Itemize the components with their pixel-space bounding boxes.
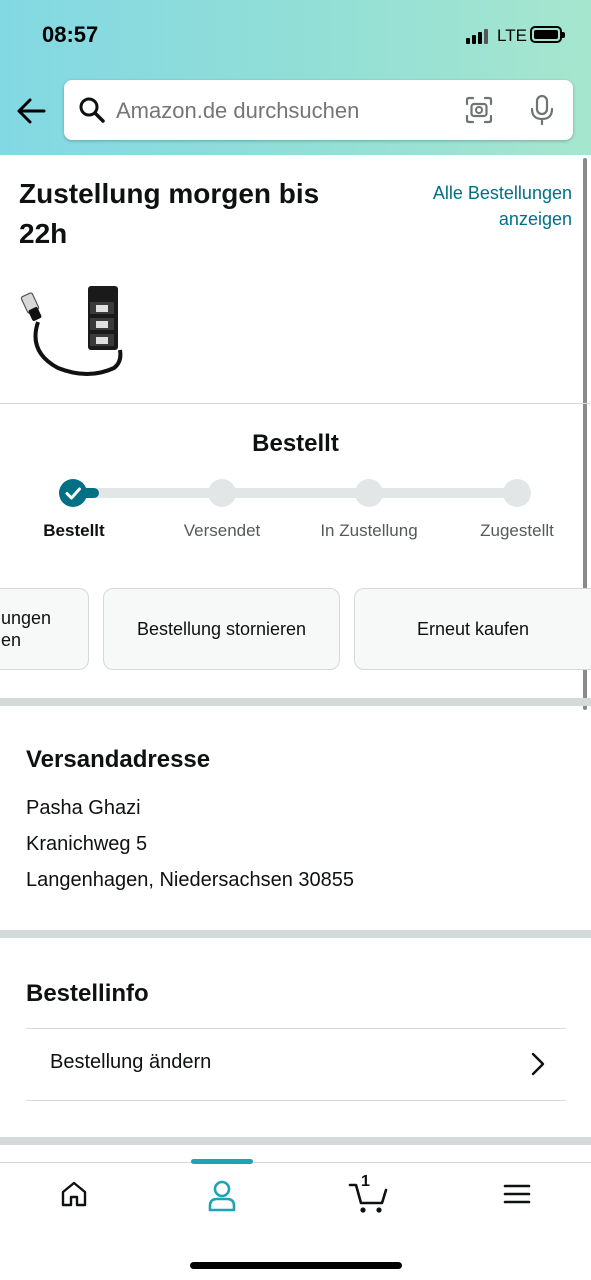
nav-account[interactable] (192, 1179, 252, 1223)
signal-icon (466, 28, 492, 44)
section-divider (0, 1137, 591, 1145)
back-button[interactable] (14, 96, 50, 126)
step-dot-out-for-delivery (355, 479, 383, 507)
app-header: 08:57 LTE (0, 0, 591, 155)
step-dot-delivered (503, 479, 531, 507)
step-dot-shipped (208, 479, 236, 507)
change-order-label: Bestellung ändern (50, 1051, 212, 1073)
status-time: 08:57 (42, 22, 99, 47)
delivery-title: Zustellung morgen bis 22h (19, 178, 320, 249)
cart-count-badge: 1 (361, 1173, 370, 1190)
divider (0, 403, 591, 404)
order-info-title: Bestellinfo (26, 980, 149, 1007)
nav-home[interactable] (44, 1179, 104, 1223)
cancel-order-button[interactable]: Bestellung stornieren (103, 588, 340, 670)
step-label-delivered: Zugestellt (480, 521, 554, 540)
nav-menu[interactable] (487, 1179, 547, 1223)
address-name: Pasha Ghazi (26, 797, 141, 819)
step-label-shipped: Versendet (183, 521, 261, 540)
step-label-ordered: Bestellt (43, 521, 105, 540)
active-tab-indicator (191, 1159, 253, 1164)
action-button-partial[interactable]: ungen en (0, 588, 89, 670)
checkmark-icon (65, 487, 81, 500)
change-order-row[interactable]: Bestellung ändern (26, 1028, 566, 1101)
product-image[interactable] (18, 282, 130, 382)
buy-again-button[interactable]: Erneut kaufen (354, 588, 591, 670)
microphone-icon[interactable] (530, 94, 554, 126)
all-orders-link[interactable]: Alle Bestellungen anzeigen (402, 180, 572, 232)
chevron-right-icon (531, 1052, 545, 1076)
progress-track (73, 488, 517, 498)
arrow-left-icon (17, 98, 46, 124)
account-icon (208, 1180, 236, 1212)
search-box[interactable] (64, 80, 573, 140)
camera-scan-icon[interactable] (464, 96, 494, 124)
section-divider (0, 930, 591, 938)
menu-icon (503, 1184, 531, 1204)
battery-icon (530, 26, 565, 43)
home-indicator[interactable] (190, 1262, 402, 1269)
home-icon (61, 1181, 87, 1207)
section-divider (0, 698, 591, 706)
tracking-status-title: Bestellt (252, 430, 339, 457)
network-label: LTE (497, 26, 527, 45)
address-city: Langenhagen, Niedersachsen 30855 (26, 869, 355, 891)
step-dot-ordered (59, 479, 87, 507)
address-street: Kranichweg 5 (26, 833, 148, 855)
search-input[interactable] (116, 98, 416, 124)
nav-cart[interactable]: 1 (339, 1173, 399, 1223)
search-icon (79, 97, 105, 123)
step-label-out-for-delivery: In Zustellung (320, 521, 418, 540)
shipping-address-title: Versandadresse (26, 746, 211, 773)
